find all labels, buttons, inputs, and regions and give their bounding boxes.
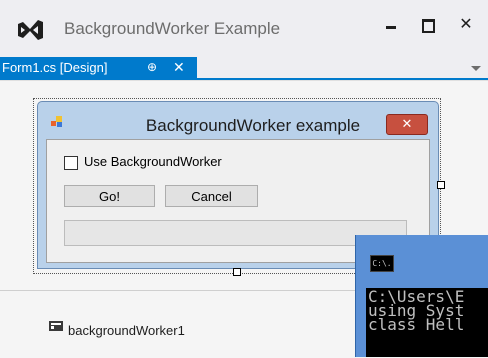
console-output: C:\Users\E using Syst class Hell [366, 288, 488, 357]
tab-form1-design[interactable]: Form1.cs [Design] ⊕ ✕ [0, 57, 197, 78]
minimize-button[interactable] [378, 14, 406, 40]
tab-close-icon[interactable]: ✕ [173, 57, 185, 78]
visual-studio-logo-icon [18, 20, 43, 40]
console-window[interactable]: C:\. C:\Users\E using Syst class Hell [355, 235, 488, 357]
maximize-button[interactable] [414, 14, 442, 40]
app-title: BackgroundWorker Example [64, 19, 281, 38]
console-icon: C:\. [370, 255, 394, 272]
component-icon [49, 321, 63, 331]
form-close-button[interactable]: ✕ [386, 114, 428, 135]
resize-handle-right[interactable] [437, 181, 445, 189]
tab-dropdown-icon[interactable] [471, 66, 481, 71]
console-line: class Hell [368, 315, 465, 334]
vs-title-bar: BackgroundWorker Example ✕ [0, 0, 488, 57]
backgroundworker-component[interactable]: backgroundWorker1 [68, 323, 185, 338]
pin-icon[interactable]: ⊕ [147, 57, 157, 78]
checkbox-label: Use BackgroundWorker [84, 154, 222, 169]
form-title: BackgroundWorker example [145, 116, 361, 135]
go-button[interactable]: Go! [64, 185, 155, 207]
use-backgroundworker-checkbox[interactable] [64, 156, 78, 170]
resize-handle-bottom[interactable] [233, 268, 241, 276]
form-title-bar: BackgroundWorker example ✕ [38, 102, 438, 138]
tab-label: Form1.cs [Design] [2, 60, 108, 75]
cancel-button[interactable]: Cancel [165, 185, 258, 207]
close-window-button[interactable]: ✕ [452, 14, 480, 40]
